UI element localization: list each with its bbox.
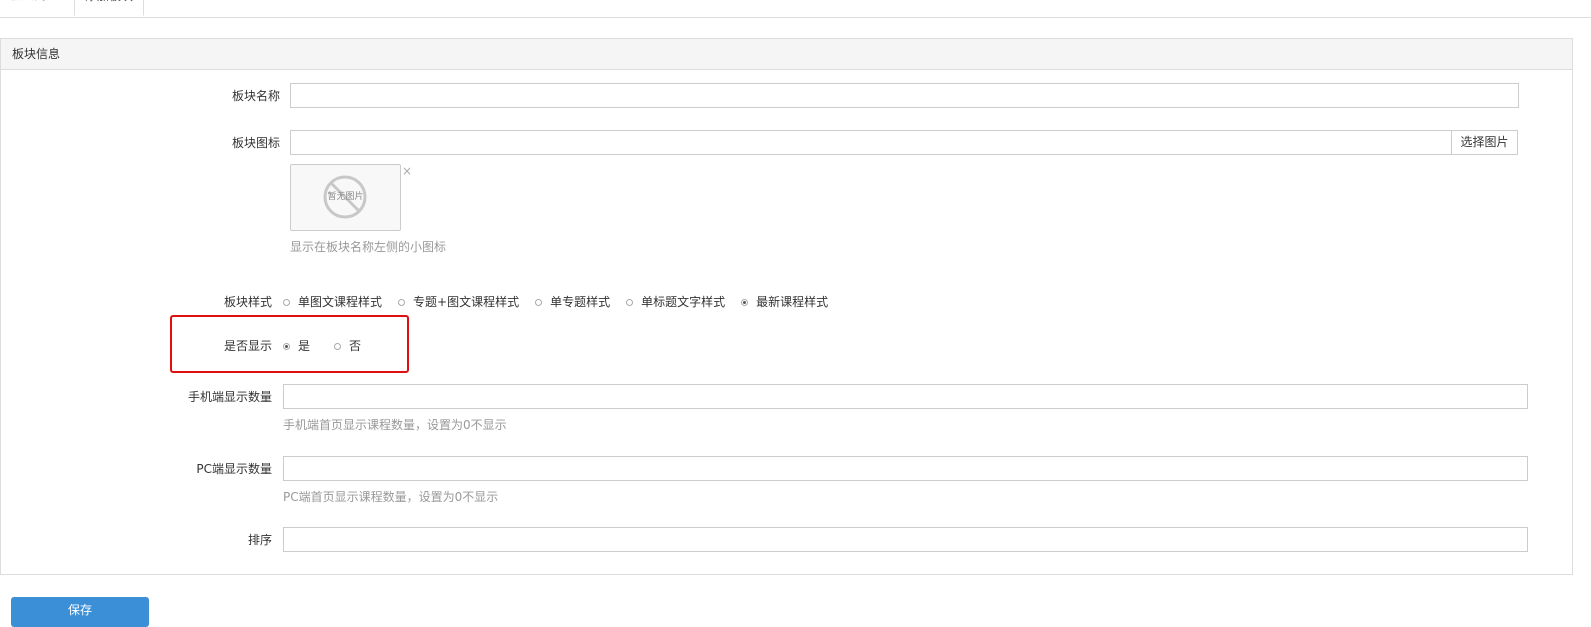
pc-count-input[interactable] [283, 456, 1528, 481]
mobile-count-label: 手机端显示数量 [187, 390, 272, 404]
style-option-single-graphic[interactable]: 单图文课程样式 [283, 292, 382, 312]
style-option-latest-course[interactable]: 最新课程样式 [741, 292, 828, 312]
icon-thumbnail: 暂无图片 [290, 164, 401, 231]
tab-add-board[interactable]: 添加板块 [74, 0, 144, 16]
mobile-count-input[interactable] [283, 384, 1528, 409]
save-button[interactable]: 保存 [11, 597, 149, 627]
tab-board-list[interactable]: 板块列表 [0, 0, 74, 16]
radio-icon[interactable] [535, 298, 543, 306]
radio-checked-icon[interactable] [741, 298, 749, 306]
remove-image-icon[interactable]: × [402, 164, 412, 178]
radio-icon[interactable] [398, 298, 406, 306]
tab-bar [0, 0, 1591, 18]
pc-count-help: PC端首页显示课程数量，设置为0不显示 [283, 490, 499, 504]
radio-icon[interactable] [626, 298, 634, 306]
board-style-radio-group: 单图文课程样式 专题+图文课程样式 单专题样式 单标题文字样式 最新课程样式 [283, 292, 844, 312]
pc-count-label: PC端显示数量 [196, 462, 272, 476]
sort-label: 排序 [247, 533, 272, 547]
panel-title: 板块信息 [1, 39, 1572, 70]
board-name-input[interactable] [290, 83, 1519, 108]
mobile-count-help: 手机端首页显示课程数量，设置为0不显示 [283, 418, 507, 432]
style-option-topic-graphic[interactable]: 专题+图文课程样式 [398, 292, 519, 312]
board-style-label: 板块样式 [223, 295, 272, 309]
style-option-single-topic[interactable]: 单专题样式 [535, 292, 610, 312]
sort-input[interactable] [283, 527, 1528, 552]
board-name-label: 板块名称 [231, 89, 280, 103]
board-icon-help: 显示在板块名称左侧的小图标 [290, 240, 447, 254]
radio-icon[interactable] [283, 298, 290, 306]
select-image-button[interactable]: 选择图片 [1451, 130, 1518, 155]
no-image-text: 暂无图片 [327, 192, 364, 202]
highlight-box [170, 315, 409, 373]
board-icon-label: 板块图标 [231, 136, 280, 150]
board-icon-input[interactable] [290, 130, 1452, 155]
style-option-title-text[interactable]: 单标题文字样式 [626, 292, 725, 312]
